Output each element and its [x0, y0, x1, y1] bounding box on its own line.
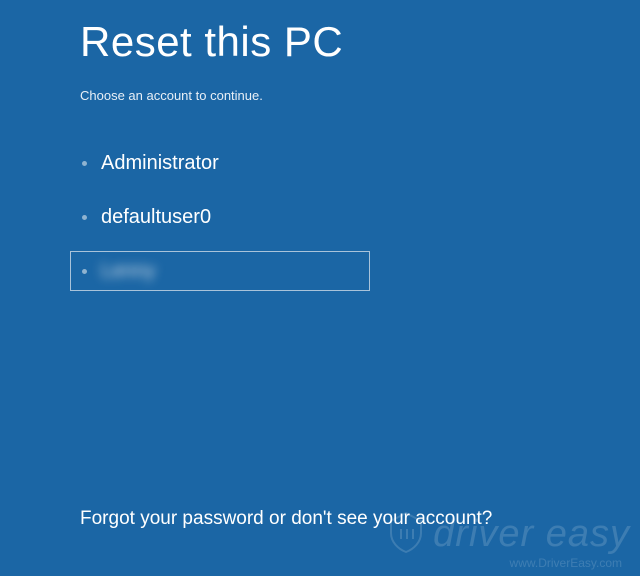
- bullet-icon: [82, 161, 87, 166]
- main-container: Reset this PC Choose an account to conti…: [0, 0, 640, 291]
- account-item-administrator[interactable]: Administrator: [70, 143, 370, 183]
- watermark-url: www.DriverEasy.com: [383, 556, 622, 570]
- account-item-selected[interactable]: Lenny: [70, 251, 370, 291]
- account-name-label: Administrator: [101, 153, 219, 173]
- account-list: Administrator defaultuser0 Lenny: [70, 143, 560, 291]
- page-subtitle: Choose an account to continue.: [80, 88, 560, 103]
- forgot-password-link[interactable]: Forgot your password or don't see your a…: [80, 508, 492, 530]
- account-item-defaultuser0[interactable]: defaultuser0: [70, 197, 370, 237]
- page-title: Reset this PC: [80, 18, 560, 66]
- bullet-icon: [82, 215, 87, 220]
- account-name-label: defaultuser0: [101, 207, 211, 227]
- bullet-icon: [82, 269, 87, 274]
- account-name-label: Lenny: [101, 261, 156, 281]
